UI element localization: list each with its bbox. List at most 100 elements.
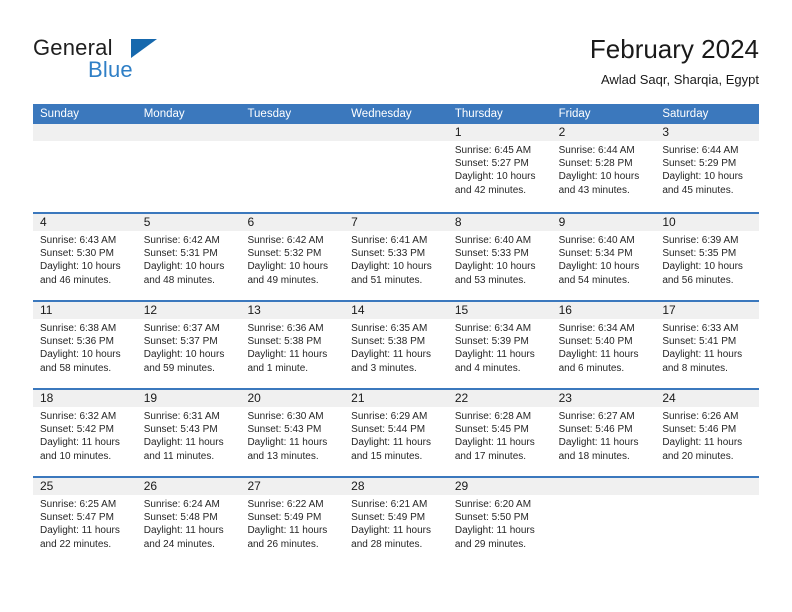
day-cell-2[interactable]: 2 Sunrise: 6:44 AM Sunset: 5:28 PM Daylight… [551,124,656,212]
day-cell-10[interactable]: 10 Sunrise: 6:39 AM Sunset: 5:35 PM Dayligh… [655,214,760,300]
day-detail-line: Sunrise: 6:25 AM [40,499,117,510]
day-number: 11 [33,302,137,319]
title-block: February 2024 Awlad Saqr, Sharqia, Egypt [590,33,759,89]
day-detail-line: Daylight: 11 hours [454,437,535,449]
day-cell-12[interactable]: 12 Sunrise: 6:37 AM Sunset: 5:37 PM Dayligh… [136,302,241,388]
day-detail-line: and 15 minutes. [351,450,423,462]
day-number: 8 [447,214,552,231]
day-detail-line: Sunrise: 6:26 AM [662,411,739,422]
day-cell-6[interactable]: 6 Sunrise: 6:42 AM Sunset: 5:32 PM Daylight… [240,214,345,300]
day-detail-line: Sunset: 5:34 PM [558,248,633,260]
day-details: Sunrise: 6:41 AM Sunset: 5:33 PM Daylight:… [344,231,448,287]
day-details: Sunrise: 6:43 AM Sunset: 5:30 PM Daylight:… [33,231,137,287]
day-detail-line: Sunset: 5:49 PM [247,512,322,524]
day-cell-13[interactable]: 13 Sunrise: 6:36 AM Sunset: 5:38 PM Dayligh… [240,302,345,388]
day-detail-line: and 51 minutes. [351,274,423,286]
day-number: 18 [33,390,137,407]
day-cell-9[interactable]: 9 Sunrise: 6:40 AM Sunset: 5:34 PM Daylight… [551,214,656,300]
day-detail-line: Sunrise: 6:36 AM [247,323,324,334]
day-cell-21[interactable]: 21 Sunrise: 6:29 AM Sunset: 5:44 PM Dayligh… [344,390,448,476]
calendar-week-row: 18 Sunrise: 6:32 AM Sunset: 5:42 PM Dayligh… [33,388,760,476]
day-details: Sunrise: 6:34 AM Sunset: 5:39 PM Daylight:… [448,319,552,375]
day-details: Sunrise: 6:29 AM Sunset: 5:44 PM Daylight:… [344,407,448,463]
day-details: Sunrise: 6:36 AM Sunset: 5:38 PM Daylight:… [240,319,344,375]
calendar-page: General Blue February 2024 Awlad Saqr, S… [0,0,792,612]
day-number: 2 [551,124,656,141]
day-detail-line: Daylight: 11 hours [662,437,743,449]
day-detail-line: Sunrise: 6:35 AM [351,323,428,334]
day-cell-7[interactable]: 7 Sunrise: 6:41 AM Sunset: 5:33 PM Daylight… [344,214,448,300]
day-cell-24[interactable]: 24 Sunrise: 6:26 AM Sunset: 5:46 PM Dayligh… [655,390,760,476]
day-cell-empty [551,478,656,564]
day-detail-line: Daylight: 10 hours [558,261,640,273]
weekday-header-wednesday: Wednesday [351,108,412,120]
day-detail-line: and 42 minutes. [454,184,527,196]
day-details [137,141,241,144]
day-detail-line: Daylight: 10 hours [454,261,536,273]
day-detail-line: and 4 minutes. [454,362,521,374]
day-details: Sunrise: 6:26 AM Sunset: 5:46 PM Daylight:… [655,407,759,463]
day-cell-27[interactable]: 27 Sunrise: 6:22 AM Sunset: 5:49 PM Dayligh… [240,478,345,564]
day-detail-line: Sunset: 5:41 PM [662,336,737,348]
day-detail-line: Sunset: 5:32 PM [247,248,322,260]
day-detail-line: Sunrise: 6:30 AM [247,411,324,422]
day-detail-line: Daylight: 10 hours [40,261,121,273]
day-detail-line: and 26 minutes. [247,538,319,550]
day-number: 3 [655,124,760,141]
day-cell-19[interactable]: 19 Sunrise: 6:31 AM Sunset: 5:43 PM Dayligh… [136,390,241,476]
day-details: Sunrise: 6:25 AM Sunset: 5:47 PM Daylight:… [33,495,137,551]
day-details: Sunrise: 6:21 AM Sunset: 5:49 PM Daylight:… [344,495,448,551]
day-detail-line: Sunrise: 6:40 AM [454,235,532,246]
day-cell-23[interactable]: 23 Sunrise: 6:27 AM Sunset: 5:46 PM Dayligh… [551,390,656,476]
day-number: 20 [240,390,345,407]
day-details: Sunrise: 6:40 AM Sunset: 5:34 PM Daylight:… [552,231,656,287]
day-cell-4[interactable]: 4 Sunrise: 6:43 AM Sunset: 5:30 PM Daylight… [33,214,137,300]
page-header: General Blue February 2024 Awlad Saqr, S… [33,33,759,99]
day-cell-17[interactable]: 17 Sunrise: 6:33 AM Sunset: 5:41 PM Dayligh… [655,302,760,388]
day-number [33,124,137,141]
brand-logo[interactable]: General Blue [33,35,203,91]
day-detail-line: Daylight: 10 hours [558,171,640,183]
day-cell-26[interactable]: 26 Sunrise: 6:24 AM Sunset: 5:48 PM Dayligh… [136,478,241,564]
day-number: 5 [136,214,241,231]
day-cell-5[interactable]: 5 Sunrise: 6:42 AM Sunset: 5:31 PM Daylight… [136,214,241,300]
day-cell-15[interactable]: 15 Sunrise: 6:34 AM Sunset: 5:39 PM Dayligh… [447,302,552,388]
day-cell-25[interactable]: 25 Sunrise: 6:25 AM Sunset: 5:47 PM Dayligh… [33,478,137,564]
day-detail-line: Sunset: 5:43 PM [143,424,218,436]
day-detail-line: Sunset: 5:39 PM [454,336,529,348]
day-detail-line: Sunrise: 6:42 AM [143,235,220,246]
day-detail-line: Daylight: 11 hours [143,525,224,537]
day-detail-line: Sunrise: 6:38 AM [40,323,117,334]
day-cell-22[interactable]: 22 Sunrise: 6:28 AM Sunset: 5:45 PM Dayligh… [447,390,552,476]
day-cell-20[interactable]: 20 Sunrise: 6:30 AM Sunset: 5:43 PM Dayligh… [240,390,345,476]
day-cell-14[interactable]: 14 Sunrise: 6:35 AM Sunset: 5:38 PM Dayligh… [344,302,448,388]
day-cell-28[interactable]: 28 Sunrise: 6:21 AM Sunset: 5:49 PM Dayligh… [344,478,448,564]
day-cell-18[interactable]: 18 Sunrise: 6:32 AM Sunset: 5:42 PM Dayligh… [33,390,137,476]
day-number: 17 [655,302,760,319]
day-cell-16[interactable]: 16 Sunrise: 6:34 AM Sunset: 5:40 PM Dayligh… [551,302,656,388]
day-detail-line: Sunset: 5:40 PM [558,336,633,348]
day-cell-11[interactable]: 11 Sunrise: 6:38 AM Sunset: 5:36 PM Dayligh… [33,302,137,388]
day-detail-line: and 29 minutes. [454,538,527,550]
day-details: Sunrise: 6:44 AM Sunset: 5:28 PM Daylight:… [552,141,656,197]
day-cell-29[interactable]: 29 Sunrise: 6:20 AM Sunset: 5:50 PM Dayligh… [447,478,552,564]
day-detail-line: Sunrise: 6:29 AM [351,411,428,422]
day-cell-3[interactable]: 3 Sunrise: 6:44 AM Sunset: 5:29 PM Daylight… [655,124,760,212]
day-details: Sunrise: 6:34 AM Sunset: 5:40 PM Daylight:… [552,319,656,375]
day-cell-1[interactable]: 1 Sunrise: 6:45 AM Sunset: 5:27 PM Daylight… [447,124,552,212]
day-number: 19 [136,390,241,407]
day-number: 6 [240,214,345,231]
day-cell-8[interactable]: 8 Sunrise: 6:40 AM Sunset: 5:33 PM Daylight… [447,214,552,300]
day-detail-line: Sunrise: 6:28 AM [454,411,532,422]
day-detail-line: and 20 minutes. [662,450,734,462]
day-detail-line: and 43 minutes. [558,184,630,196]
day-detail-line: and 10 minutes. [40,450,112,462]
day-detail-line: Sunrise: 6:37 AM [143,323,220,334]
day-detail-line: and 3 minutes. [351,362,417,374]
day-number [551,478,656,495]
day-number: 7 [344,214,448,231]
day-detail-line: and 17 minutes. [454,450,527,462]
day-detail-line: Sunrise: 6:41 AM [351,235,428,246]
day-detail-line: Daylight: 11 hours [247,349,328,361]
day-number: 10 [655,214,760,231]
